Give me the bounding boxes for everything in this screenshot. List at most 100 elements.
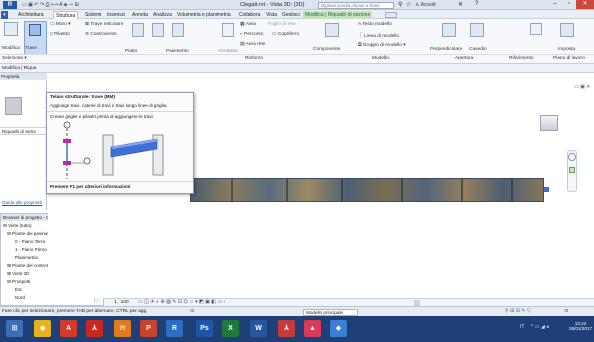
undo-icon[interactable]: ↶ — [34, 2, 38, 8]
tree-item-piante-pavimenti[interactable]: ⊟ Piante dei pavimenti — [7, 231, 54, 237]
quick-access-toolbar[interactable]: ▭ ▣ ↶ ↷ ⎙ ⟷ A ◈ ⊸ ⊞ — [22, 2, 79, 8]
collapse-icon[interactable]: ⊟ — [7, 231, 11, 236]
slab-icon[interactable] — [172, 23, 184, 37]
tray-icons[interactable]: ^ ▭ ◢ ◂ — [531, 324, 549, 330]
shaft-icon[interactable] — [470, 23, 484, 37]
percorso-button[interactable]: ⌐ Percorso — [240, 32, 263, 37]
modify-button[interactable]: Modifica — [2, 46, 20, 51]
start-button[interactable]: ⊞ — [6, 320, 23, 337]
zoom-icon[interactable] — [569, 167, 575, 173]
revit-logo-icon[interactable]: R — [3, 1, 17, 9]
pilastro-button[interactable]: ▯ Pilastro — [50, 32, 70, 37]
text-icon[interactable]: A — [59, 2, 62, 8]
tree-item-viste-3d[interactable]: ⊞ Viste 3D — [7, 271, 29, 277]
trave-reticolare-button[interactable]: ⊠ Trave reticolare — [85, 22, 123, 27]
tab-gestisci[interactable]: Gestisci — [280, 11, 302, 19]
maximize-button[interactable]: ▫ — [562, 0, 576, 9]
close-button[interactable]: ✕ — [576, 0, 594, 9]
tab-inserisci[interactable]: Inserisci — [105, 11, 127, 19]
minimize-button[interactable]: – — [548, 0, 562, 9]
foundation-icon[interactable] — [132, 23, 144, 37]
gruppo-modello-button[interactable]: ⧉ Gruppo di modello ▾ — [358, 42, 406, 48]
measure-icon[interactable]: ⟷ — [51, 2, 58, 8]
tab-volumetria[interactable]: Volumetria e planimetria — [175, 11, 233, 19]
tab-vista[interactable]: Vista — [264, 11, 279, 19]
acrobat-icon[interactable]: ⅄ — [86, 320, 103, 337]
powerpoint-icon[interactable]: P — [140, 320, 157, 337]
selection-dropdown[interactable]: Selezione ▾ — [2, 56, 27, 61]
workplane-icon[interactable] — [560, 23, 574, 37]
rebar-icon[interactable] — [222, 23, 234, 37]
testo-modello-button[interactable]: A Testo modello — [358, 22, 392, 27]
pdf-icon[interactable]: ⅄ — [278, 320, 295, 337]
view-tools-icons[interactable]: ▭ ◫ ☀ ◐ ⊕ ▨ ✎ ⊡ ⌬ ☼ ▾ ◩ ▣ ◧ ▭ ‹ — [138, 299, 225, 305]
expand-icon[interactable]: ⊞ — [7, 263, 11, 268]
tab-sistemi[interactable]: Sistemi — [83, 11, 103, 19]
chrome-icon[interactable]: ◉ — [34, 320, 51, 337]
maps-icon[interactable]: ▲ — [304, 320, 321, 337]
print-icon[interactable]: ⎙ — [45, 2, 49, 8]
redo-icon[interactable]: ↷ — [40, 2, 44, 8]
window-switch-icon[interactable]: ⊞ — [74, 2, 78, 8]
collapse-icon[interactable]: ⊟ — [3, 223, 7, 228]
view-scale[interactable]: 1 : 100 — [114, 300, 129, 305]
reference-icon[interactable] — [530, 23, 542, 35]
tab-modifica-riquadri[interactable]: Modifica | Riquadri di sezione — [303, 11, 373, 19]
help-button[interactable]: ? — [475, 1, 478, 7]
language-indicator[interactable]: IT — [520, 324, 524, 330]
excel-icon[interactable]: X — [222, 320, 239, 337]
tree-item-piano-terra[interactable]: 0 - Piano Terra — [15, 239, 45, 244]
exchange-apps-icon[interactable]: ✕ — [458, 1, 463, 8]
sign-in-button[interactable]: ♙ Accedi — [415, 2, 436, 8]
tree-item-nord[interactable]: Nord — [15, 295, 25, 300]
collapse-icon[interactable]: ⊟ — [7, 279, 11, 284]
linea-modello-button[interactable]: ⎾ Linea di modello — [358, 32, 399, 39]
properties-help-link[interactable]: Guida alle proprietà — [2, 200, 42, 205]
copriferro-button[interactable]: ▭ Copriferro — [272, 32, 299, 37]
muro-button[interactable]: ▭ Muro ▾ — [50, 22, 71, 27]
clock[interactable]: 13:22 26/01/2017 — [569, 321, 592, 331]
view-3d-icon[interactable]: ◈ — [64, 2, 68, 8]
open-icon[interactable]: ▭ — [22, 2, 27, 8]
application-menu-button[interactable]: ▾ — [1, 11, 8, 19]
tree-item-prospetti[interactable]: ⊟ Prospetti — [7, 279, 30, 285]
tree-item-viste[interactable]: ⊟ Viste (tutto) — [3, 223, 32, 229]
viewcube-icon[interactable] — [540, 115, 558, 131]
tab-struttura[interactable]: Struttura — [53, 11, 79, 19]
opening-icon[interactable] — [442, 23, 456, 37]
photos-icon[interactable]: ◆ — [330, 320, 347, 337]
type-selector[interactable]: Riquadri di sezio — [0, 127, 47, 135]
autodesk-icon[interactable]: A — [60, 320, 77, 337]
section-box-grip-right[interactable] — [544, 187, 549, 192]
ribbon-toggle-button[interactable] — [385, 12, 397, 18]
component-icon[interactable] — [325, 23, 339, 37]
revit-taskbar-icon[interactable]: R — [166, 320, 183, 337]
controvento-button[interactable]: ⊘ Controvento — [85, 32, 117, 37]
tree-item-est[interactable]: Est — [15, 287, 22, 292]
tab-annota[interactable]: Annota — [130, 11, 150, 19]
foglio-rete-button[interactable]: Foglio di rete — [268, 22, 296, 27]
modify-icon[interactable] — [4, 22, 18, 36]
area-rete-button[interactable]: ▤ Area rete — [240, 42, 265, 47]
expand-icon[interactable]: ⊞ — [7, 271, 11, 276]
section-icon[interactable]: ⊸ — [69, 2, 73, 8]
tab-analizza[interactable]: Analizza — [151, 11, 174, 19]
navigation-bar[interactable] — [567, 150, 577, 192]
model-selector[interactable]: Modello principale — [303, 308, 358, 316]
outlook-icon[interactable]: ✉ — [114, 320, 131, 337]
view-window-controls[interactable]: ▭ ▣ ✕ — [574, 84, 590, 90]
tab-collabora[interactable]: Collabora — [237, 11, 262, 19]
star-icon[interactable]: ☆ — [406, 1, 411, 8]
selection-filters-icons[interactable]: ⚲ ⊞ ⊟ ✎ ▽ — [505, 308, 531, 314]
save-icon[interactable]: ▣ — [28, 2, 33, 8]
tree-item-piano-primo[interactable]: 1 - Piano Primo — [15, 247, 47, 252]
tree-item-planimetria[interactable]: Planimetria — [15, 255, 38, 260]
search-input[interactable]: Digitare parola chiave o frase — [318, 1, 394, 9]
isolated-foundation-icon[interactable] — [152, 23, 164, 37]
steering-wheel-icon[interactable] — [568, 153, 576, 161]
tab-architettura[interactable]: Architettura — [16, 11, 46, 19]
area-button[interactable]: ▦ Area — [240, 22, 256, 27]
photoshop-icon[interactable]: Ps — [196, 320, 213, 337]
word-icon[interactable]: W — [250, 320, 267, 337]
section-box-model[interactable] — [190, 178, 544, 202]
